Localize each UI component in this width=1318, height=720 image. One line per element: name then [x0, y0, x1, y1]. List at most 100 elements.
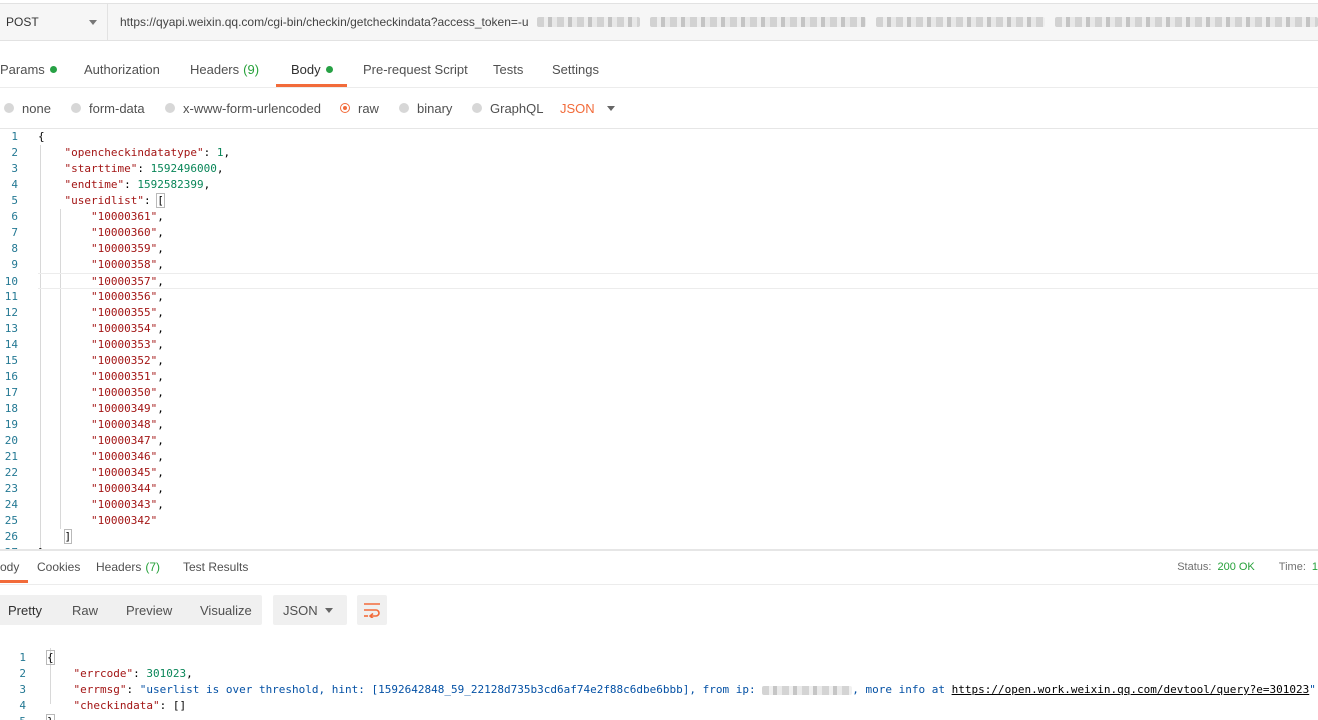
code: "10000344", [90, 482, 164, 495]
radio-label: none [22, 100, 51, 116]
code-line: 24 "10000343", [0, 497, 1318, 513]
tab-tests[interactable]: Tests [493, 53, 523, 86]
code: "endtime": 1592582399, [64, 178, 211, 191]
tab-label: Authorization [84, 62, 160, 77]
url-bar: POST https://qyapi.weixin.qq.com/cgi-bin… [0, 0, 1318, 46]
view-mode-label: Raw [72, 602, 99, 618]
response-line: 5} [0, 698, 1318, 720]
line-number: 24 [4, 498, 18, 511]
view-mode-label: Preview [126, 602, 173, 618]
tab-count: (7) [145, 560, 161, 574]
radio-binary[interactable]: binary [399, 96, 452, 120]
view-visualize-button[interactable]: Visualize [200, 595, 252, 625]
radio-circle-icon [472, 103, 482, 113]
line-number: 3 [11, 162, 18, 175]
request-body-editor[interactable]: 1{2 "opencheckindatatype": 1, 3 "starttim… [0, 128, 1318, 550]
line-number: 13 [4, 322, 18, 335]
radio-selected-icon [340, 103, 350, 113]
line-number: 5 [0, 714, 26, 720]
line-number: 7 [11, 226, 18, 239]
code: ] [63, 529, 73, 544]
line-number: 10 [4, 275, 18, 288]
body-format-label: JSON [560, 100, 595, 116]
code-line: 26 ] [0, 529, 1318, 545]
line-number: 6 [11, 210, 18, 223]
code-line: 22 "10000345", [0, 465, 1318, 481]
response-line: 1{ [0, 634, 1318, 665]
code: "10000351", [90, 370, 164, 383]
status-label: Status: [1177, 561, 1212, 573]
radio-label: GraphQL [490, 100, 544, 116]
code: "10000361", [90, 210, 164, 223]
code-line: 11 "10000356", [0, 289, 1318, 305]
tab-params[interactable]: Params [0, 53, 57, 86]
code-line: 7 "10000360", [0, 225, 1318, 241]
code-line: 20 "10000347", [0, 433, 1318, 449]
tab-cookies[interactable]: Cookies [37, 551, 80, 583]
tab-response-body[interactable]: ody [0, 551, 19, 583]
code: "10000359", [90, 242, 164, 255]
code-line: 17 "10000350", [0, 385, 1318, 401]
code-line: 15 "10000352", [0, 353, 1318, 369]
line-number: 26 [4, 530, 18, 543]
status-dot-icon [325, 66, 333, 73]
redacted-token [1055, 17, 1318, 27]
response-line: 3 "errmsg": "userlist is over threshold,… [0, 666, 1318, 696]
view-pretty-button[interactable]: Pretty [0, 595, 54, 625]
tab-label: Params [0, 62, 45, 77]
response-body-viewer[interactable]: 1{ 2 "errcode": 301023, 3 "errmsg": "use… [0, 632, 1318, 720]
tab-label: Cookies [37, 560, 81, 574]
tab-test-results[interactable]: Test Results [183, 551, 248, 583]
redacted-token [875, 17, 1045, 27]
response-status: Status: 200 OK Time: 1 [1177, 551, 1318, 583]
wrap-lines-icon [364, 603, 380, 618]
line-number: 14 [4, 338, 18, 351]
view-raw-button[interactable]: Raw [72, 595, 98, 625]
tab-label: Headers [96, 560, 142, 574]
tab-count: (9) [243, 62, 260, 77]
response-format-label: JSON [283, 602, 318, 618]
radio-x-www-form-urlencoded[interactable]: x-www-form-urlencoded [165, 96, 321, 120]
line-number: 16 [4, 370, 18, 383]
code: "10000357", [90, 275, 164, 288]
response-format-select[interactable]: JSON [273, 595, 347, 625]
code-line: 1{ [0, 129, 1318, 145]
active-tab-indicator [276, 84, 347, 87]
tab-authorization[interactable]: Authorization [84, 53, 160, 86]
radio-raw[interactable]: raw [340, 96, 379, 120]
tab-label: Headers [190, 62, 240, 77]
url-input[interactable]: https://qyapi.weixin.qq.com/cgi-bin/chec… [108, 3, 1318, 41]
code-line: 5 "useridlist": [ [0, 193, 1318, 209]
wrap-lines-button[interactable] [357, 595, 387, 625]
chevron-down-icon [606, 105, 615, 111]
radio-graphql[interactable]: GraphQL [472, 96, 543, 120]
code: "10000358", [90, 258, 164, 271]
body-format-select[interactable]: JSON [560, 96, 615, 120]
code-line: 8 "10000359", [0, 241, 1318, 257]
tab-settings[interactable]: Settings [552, 53, 599, 86]
code: "10000352", [90, 354, 164, 367]
method-select[interactable]: POST [0, 3, 108, 41]
status-value: 200 OK [1217, 561, 1255, 573]
code-line: 6 "10000361", [0, 209, 1318, 225]
tab-headers[interactable]: Headers (9) [190, 53, 259, 86]
line-number: 5 [11, 194, 18, 207]
radio-label: raw [358, 100, 379, 116]
code-line: 13 "10000354", [0, 321, 1318, 337]
view-preview-button[interactable]: Preview [126, 595, 172, 625]
tab-pre-request-script[interactable]: Pre-request Script [363, 53, 468, 86]
tab-label: Settings [552, 62, 599, 77]
radio-label: x-www-form-urlencoded [183, 100, 321, 116]
tab-label: Tests [493, 62, 524, 77]
code: "10000348", [90, 418, 164, 431]
code: "starttime": 1592496000, [64, 162, 224, 175]
radio-none[interactable]: none [4, 96, 51, 120]
tab-response-headers[interactable]: Headers (7) [96, 551, 160, 583]
code-line: 3 "starttime": 1592496000, [0, 161, 1318, 177]
radio-form-data[interactable]: form-data [71, 96, 145, 120]
tab-body[interactable]: Body [291, 53, 333, 86]
tab-label: Body [291, 62, 321, 77]
radio-circle-icon [71, 103, 81, 113]
redacted-token [536, 17, 640, 27]
code: "10000354", [90, 322, 164, 335]
